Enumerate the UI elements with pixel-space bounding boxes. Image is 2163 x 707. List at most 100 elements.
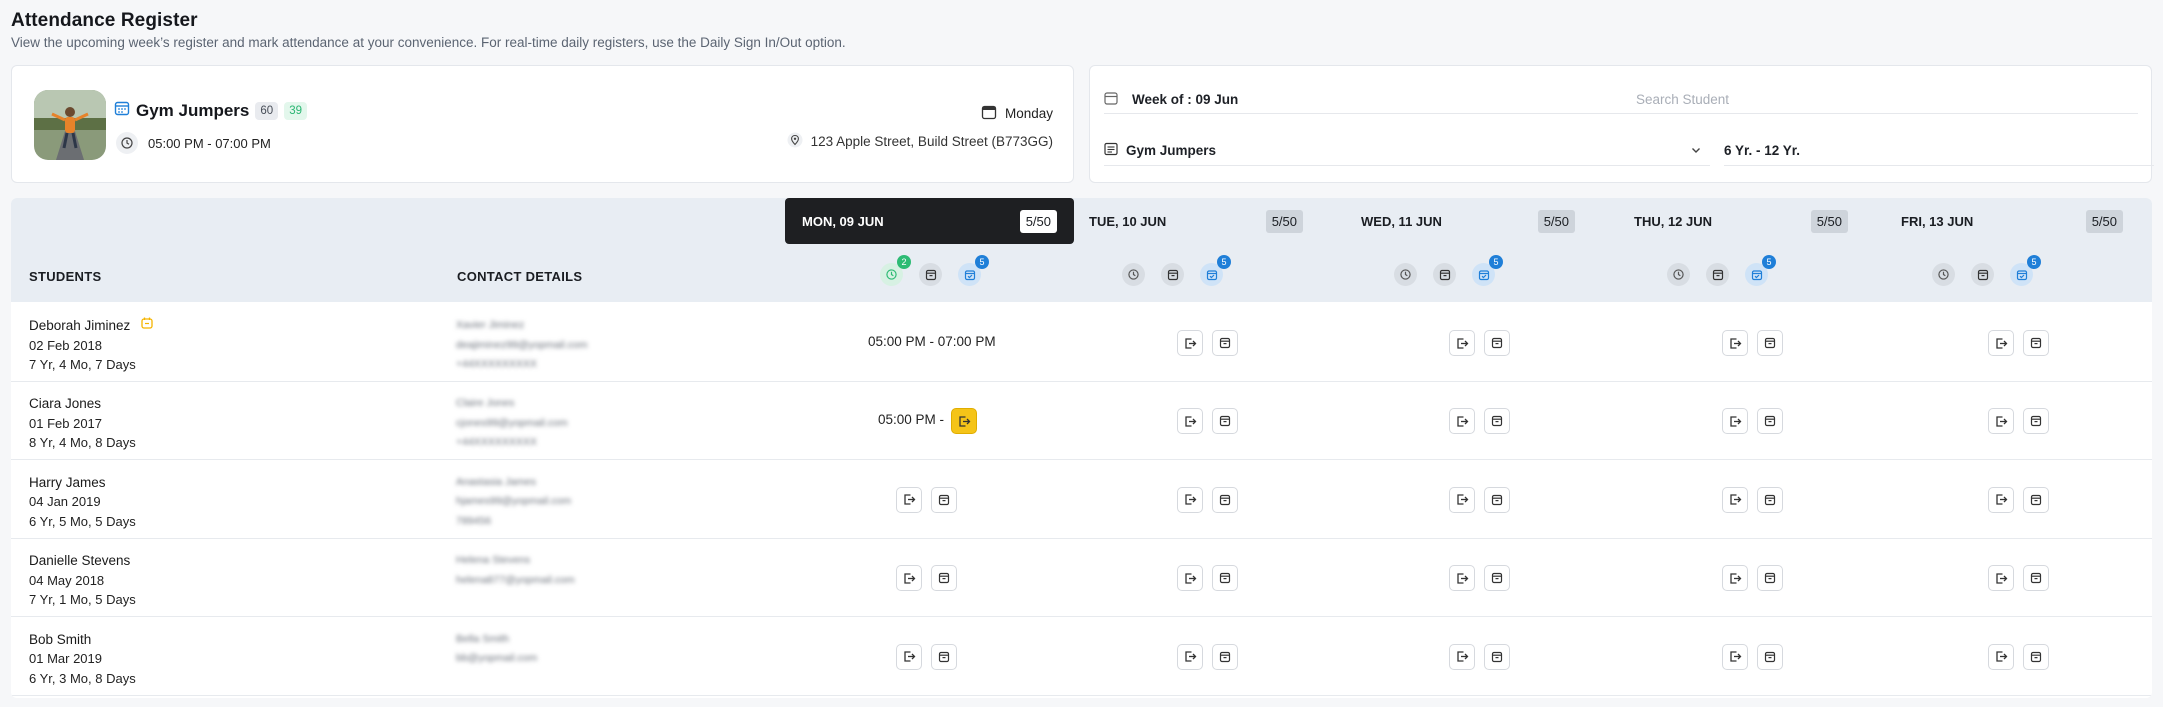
calendar-check-icon[interactable]: 5 xyxy=(2010,255,2041,286)
contact-line: 789456 xyxy=(456,514,492,527)
absence-button[interactable] xyxy=(1484,486,1510,513)
sign-in-button[interactable] xyxy=(1177,643,1203,670)
sign-in-button[interactable] xyxy=(1449,486,1475,513)
clock-icon[interactable] xyxy=(1394,263,1417,286)
sign-in-button[interactable] xyxy=(1449,643,1475,670)
absence-button[interactable] xyxy=(1212,565,1238,592)
absence-button[interactable] xyxy=(2023,330,2049,356)
sign-in-button[interactable] xyxy=(1449,330,1475,356)
day-label: TUE, 10 JUN xyxy=(1089,213,1167,229)
day-capacity: 5/50 xyxy=(1810,209,1848,233)
clock-icon[interactable] xyxy=(1122,263,1145,286)
sign-in-button[interactable] xyxy=(1988,486,2014,513)
absence-button[interactable] xyxy=(2023,643,2049,670)
calendar-check-icon[interactable]: 5 xyxy=(958,255,989,286)
table-row: Ciara Jones 01 Feb 2017 8 Yr, 4 Mo, 8 Days… xyxy=(11,382,2152,461)
clock-icon[interactable] xyxy=(1667,263,1690,286)
clock-icon[interactable]: 2 xyxy=(880,255,911,286)
absence-button[interactable] xyxy=(1212,330,1238,356)
sign-in-button[interactable] xyxy=(1988,330,2014,356)
absence-button[interactable] xyxy=(931,643,957,670)
student-age: 7 Yr, 4 Mo, 7 Days xyxy=(29,357,136,372)
archive-icon[interactable] xyxy=(1706,263,1729,286)
student-age: 6 Yr, 5 Mo, 5 Days xyxy=(29,513,136,529)
day-capacity: 5/50 xyxy=(1019,209,1057,233)
sign-in-button[interactable] xyxy=(896,643,922,670)
absence-button[interactable] xyxy=(1757,408,1783,435)
class-day: Monday xyxy=(1004,106,1053,121)
absence-button[interactable] xyxy=(2023,565,2049,592)
calendar-count-badge: 5 xyxy=(1762,255,1776,269)
calendar-check-icon[interactable]: 5 xyxy=(1745,255,1776,286)
student-name-line: Deborah Jiminez xyxy=(29,316,154,336)
contact-details: Anastasia James hjames99@yopmail.com 78945… xyxy=(456,473,571,532)
absence-button[interactable] xyxy=(1757,486,1783,513)
sign-in-button[interactable] xyxy=(1722,330,1748,356)
calendar-outline-icon xyxy=(1104,91,1118,108)
sign-in-button[interactable] xyxy=(1449,408,1475,435)
sign-in-button[interactable] xyxy=(1722,408,1748,435)
absence-button[interactable] xyxy=(931,565,957,592)
calendar-check-icon[interactable]: 5 xyxy=(1200,255,1231,286)
sign-in-button[interactable] xyxy=(1449,565,1475,592)
archive-icon[interactable] xyxy=(1971,263,1994,286)
day-header[interactable]: FRI, 13 JUN 5/50 xyxy=(1884,198,2140,244)
absence-button[interactable] xyxy=(1212,486,1238,513)
absence-button[interactable] xyxy=(1757,643,1783,670)
absence-button[interactable] xyxy=(1757,330,1783,356)
sign-in-button[interactable] xyxy=(1722,565,1748,592)
student-dob: 04 May 2018 xyxy=(29,572,105,588)
age-range-field[interactable]: 6 Yr. - 12 Yr. xyxy=(1724,136,2154,166)
absence-button[interactable] xyxy=(931,486,957,513)
archive-icon[interactable] xyxy=(1161,263,1184,286)
sign-in-button[interactable] xyxy=(1988,408,2014,435)
student-age: 6 Yr, 3 Mo, 8 Days xyxy=(29,670,136,686)
sign-in-button[interactable] xyxy=(1988,565,2014,592)
sign-in-button[interactable] xyxy=(1177,486,1203,513)
student-name[interactable]: Ciara Jones xyxy=(29,394,101,414)
sign-in-button[interactable] xyxy=(1177,565,1203,592)
absence-button[interactable] xyxy=(1212,643,1238,670)
absence-button[interactable] xyxy=(1484,408,1510,435)
absence-button[interactable] xyxy=(1484,643,1510,670)
calendar-count-badge: 5 xyxy=(1489,255,1503,269)
sign-in-button[interactable] xyxy=(1722,643,1748,670)
class-info-card: Gym Jumpers 60 39 05:00 PM - 07:00 PM Mo… xyxy=(11,65,1074,183)
search-student-input[interactable] xyxy=(1622,86,2138,114)
sign-in-button[interactable] xyxy=(1722,486,1748,513)
class-select[interactable]: Gym Jumpers xyxy=(1104,136,1710,166)
day-header[interactable]: TUE, 10 JUN 5/50 xyxy=(1072,198,1320,244)
calendar-count-badge: 5 xyxy=(1217,255,1231,269)
absence-button[interactable] xyxy=(2023,408,2049,435)
absence-button[interactable] xyxy=(1212,408,1238,435)
student-name-line: Bob Smith xyxy=(29,630,136,650)
sign-in-button[interactable] xyxy=(896,565,922,592)
student-name[interactable]: Bob Smith xyxy=(29,630,91,650)
student-name[interactable]: Deborah Jiminez xyxy=(29,316,130,336)
archive-icon[interactable] xyxy=(1433,263,1456,286)
week-picker[interactable]: Week of : 09 Jun xyxy=(1104,86,1624,114)
sign-in-button[interactable] xyxy=(1988,643,2014,670)
contact-line: cjones99@yopmail.com xyxy=(456,416,568,429)
week-label: Week of : 09 Jun xyxy=(1132,92,1239,107)
archive-icon[interactable] xyxy=(919,263,942,286)
sign-in-button[interactable] xyxy=(1177,408,1203,435)
day-header[interactable]: MON, 09 JUN 5/50 xyxy=(785,198,1074,244)
absence-button[interactable] xyxy=(1757,565,1783,592)
absence-button[interactable] xyxy=(1484,330,1510,356)
sign-in-button[interactable] xyxy=(896,486,922,513)
sign-in-button[interactable] xyxy=(1177,330,1203,356)
day-header[interactable]: THU, 12 JUN 5/50 xyxy=(1617,198,1865,244)
absence-button[interactable] xyxy=(2023,486,2049,513)
student-info: Bob Smith 01 Mar 2019 6 Yr, 3 Mo, 8 Days xyxy=(29,630,136,689)
sign-out-button[interactable] xyxy=(951,408,977,435)
calendar-check-icon[interactable]: 5 xyxy=(1472,255,1503,286)
clock-icon[interactable] xyxy=(1932,263,1955,286)
student-name[interactable]: Danielle Stevens xyxy=(29,551,130,571)
students-column-header: STUDENTS xyxy=(29,269,102,284)
student-name[interactable]: Harry James xyxy=(29,473,106,493)
day-header[interactable]: WED, 11 JUN 5/50 xyxy=(1344,198,1592,244)
absence-button[interactable] xyxy=(1484,565,1510,592)
age-range-value: 6 Yr. - 12 Yr. xyxy=(1724,143,1801,158)
contact-details: Helena Stevens helena877@yopmail.com xyxy=(456,551,575,590)
